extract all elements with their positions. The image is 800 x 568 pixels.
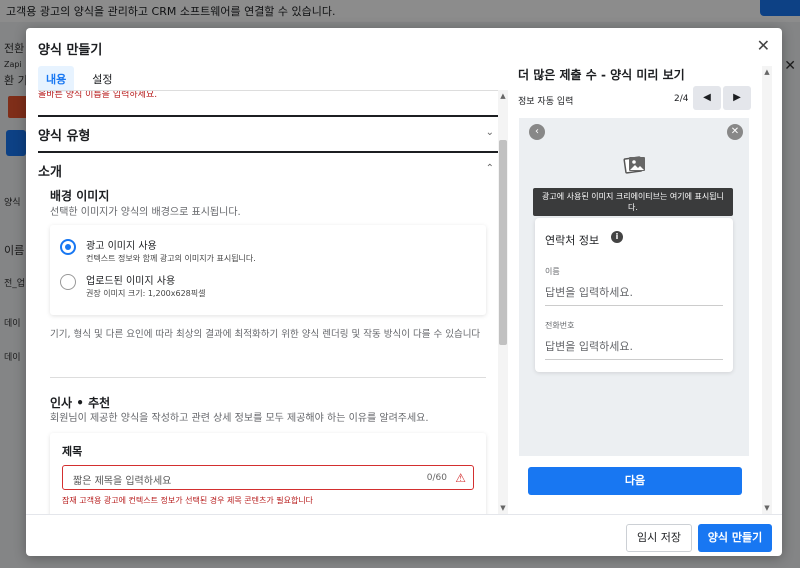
scroll-down-arrow-icon[interactable]: ▼ <box>498 504 508 512</box>
preview-step-name: 정보 자동 입력 <box>518 97 574 107</box>
radio-ad-image[interactable] <box>60 239 76 255</box>
phone-field-input[interactable]: 답변을 입력하세요. <box>545 338 723 360</box>
create-form-modal: 양식 만들기 ✕ 내용 설정 올바른 양식 이름을 입력하세요. 양식 유형 ⌄… <box>26 28 782 556</box>
save-draft-button[interactable]: 임시 저장 <box>626 524 692 552</box>
preview-prev-button[interactable]: ◀ <box>693 86 721 110</box>
title-field-card: 제목 짧은 제목을 입력하세요 0/60 ⚠ 잠재 고객용 광고에 컨텍스트 정… <box>50 433 486 514</box>
contact-info-heading: 연락처 정보 <box>545 234 600 247</box>
title-field-label: 제목 <box>62 445 83 458</box>
section-intro-label: 소개 <box>38 165 62 180</box>
option-description: 컨텍스트 정보와 함께 광고의 이미지가 표시됩니다. <box>86 254 256 263</box>
name-field-input[interactable]: 답변을 입력하세요. <box>545 284 723 306</box>
divider <box>50 377 486 378</box>
close-icon[interactable]: ✕ <box>757 36 770 55</box>
background-image-description: 선택한 이미지가 양식의 배경으로 표시됩니다. <box>50 207 241 218</box>
contact-info-card: 연락처 정보 i 이름 답변을 입력하세요. 전화번호 답변을 입력하세요. <box>535 218 733 372</box>
phone-field-label: 전화번호 <box>545 321 575 330</box>
preview-next-button[interactable]: 다음 <box>528 467 742 495</box>
scroll-down-arrow-icon[interactable]: ▼ <box>762 504 772 512</box>
radio-uploaded-image[interactable] <box>60 274 76 290</box>
title-input[interactable]: 짧은 제목을 입력하세요 0/60 ⚠ <box>62 465 474 490</box>
name-field-label: 이름 <box>545 267 560 276</box>
section-form-type[interactable]: 양식 유형 ⌄ <box>38 115 498 151</box>
left-scrollbar-thumb[interactable] <box>499 140 507 345</box>
tab-settings[interactable]: 설정 <box>84 66 120 92</box>
form-name-error: 올바른 양식 이름을 입력하세요. <box>38 90 158 100</box>
image-placeholder-icon <box>623 156 645 174</box>
preview-next-arrow-button[interactable]: ▶ <box>723 86 751 110</box>
tab-content[interactable]: 내용 <box>38 66 75 92</box>
form-editor-pane: 올바른 양식 이름을 입력하세요. 양식 유형 ⌄ 소개 ⌃ 배경 이미지 선택… <box>38 90 498 514</box>
greeting-title: 인사 • 추천 <box>50 396 111 410</box>
tab-bar: 내용 설정 <box>38 66 131 92</box>
warning-icon: ⚠ <box>455 471 466 485</box>
background-image-title: 배경 이미지 <box>50 189 110 203</box>
back-arrow-icon[interactable]: ‹ <box>529 124 545 140</box>
preview-scrollbar[interactable] <box>762 66 772 514</box>
scroll-up-arrow-icon[interactable]: ▲ <box>762 68 772 76</box>
modal-title: 양식 만들기 <box>38 43 103 58</box>
form-preview: ‹ ✕ 광고에 사용된 이미지 크리에이티브는 여기에 표시됩니다. 연락처 정… <box>519 118 749 456</box>
title-input-placeholder: 짧은 제목을 입력하세요 <box>73 476 172 487</box>
background-image-options: 광고 이미지 사용 컨텍스트 정보와 함께 광고의 이미지가 표시됩니다. 업로… <box>50 225 486 315</box>
rendering-note: 기기, 형식 및 다른 요인에 따라 최상의 결과에 최적화하기 위한 양식 렌… <box>50 329 481 340</box>
chevron-down-icon: ⌄ <box>485 127 494 138</box>
preview-page-indicator: 2/4 <box>674 94 689 104</box>
preview-title: 더 많은 제출 수 - 양식 미리 보기 <box>518 68 685 82</box>
option-label: 업로드된 이미지 사용 <box>86 276 176 287</box>
character-counter: 0/60 <box>426 473 447 483</box>
chevron-up-icon: ⌃ <box>485 163 494 174</box>
greeting-description: 회원님이 제공한 양식을 작성하고 관련 상세 정보를 모두 제공해야 하는 이… <box>50 413 429 424</box>
option-description: 권장 이미지 크기: 1,200x628픽셀 <box>86 289 206 298</box>
option-label: 광고 이미지 사용 <box>86 241 157 252</box>
footer-divider <box>26 514 782 515</box>
title-error-message: 잠재 고객용 광고에 컨텍스트 정보가 선택된 경우 제목 콘텐츠가 필요합니다 <box>62 496 314 505</box>
image-creative-tooltip: 광고에 사용된 이미지 크리에이티브는 여기에 표시됩니다. <box>533 188 733 216</box>
section-intro[interactable]: 소개 ⌃ <box>38 151 498 187</box>
scroll-up-arrow-icon[interactable]: ▲ <box>498 92 508 100</box>
close-circle-icon[interactable]: ✕ <box>727 124 743 140</box>
section-form-type-label: 양식 유형 <box>38 129 91 144</box>
create-form-button[interactable]: 양식 만들기 <box>698 524 772 552</box>
info-icon[interactable]: i <box>611 231 623 243</box>
